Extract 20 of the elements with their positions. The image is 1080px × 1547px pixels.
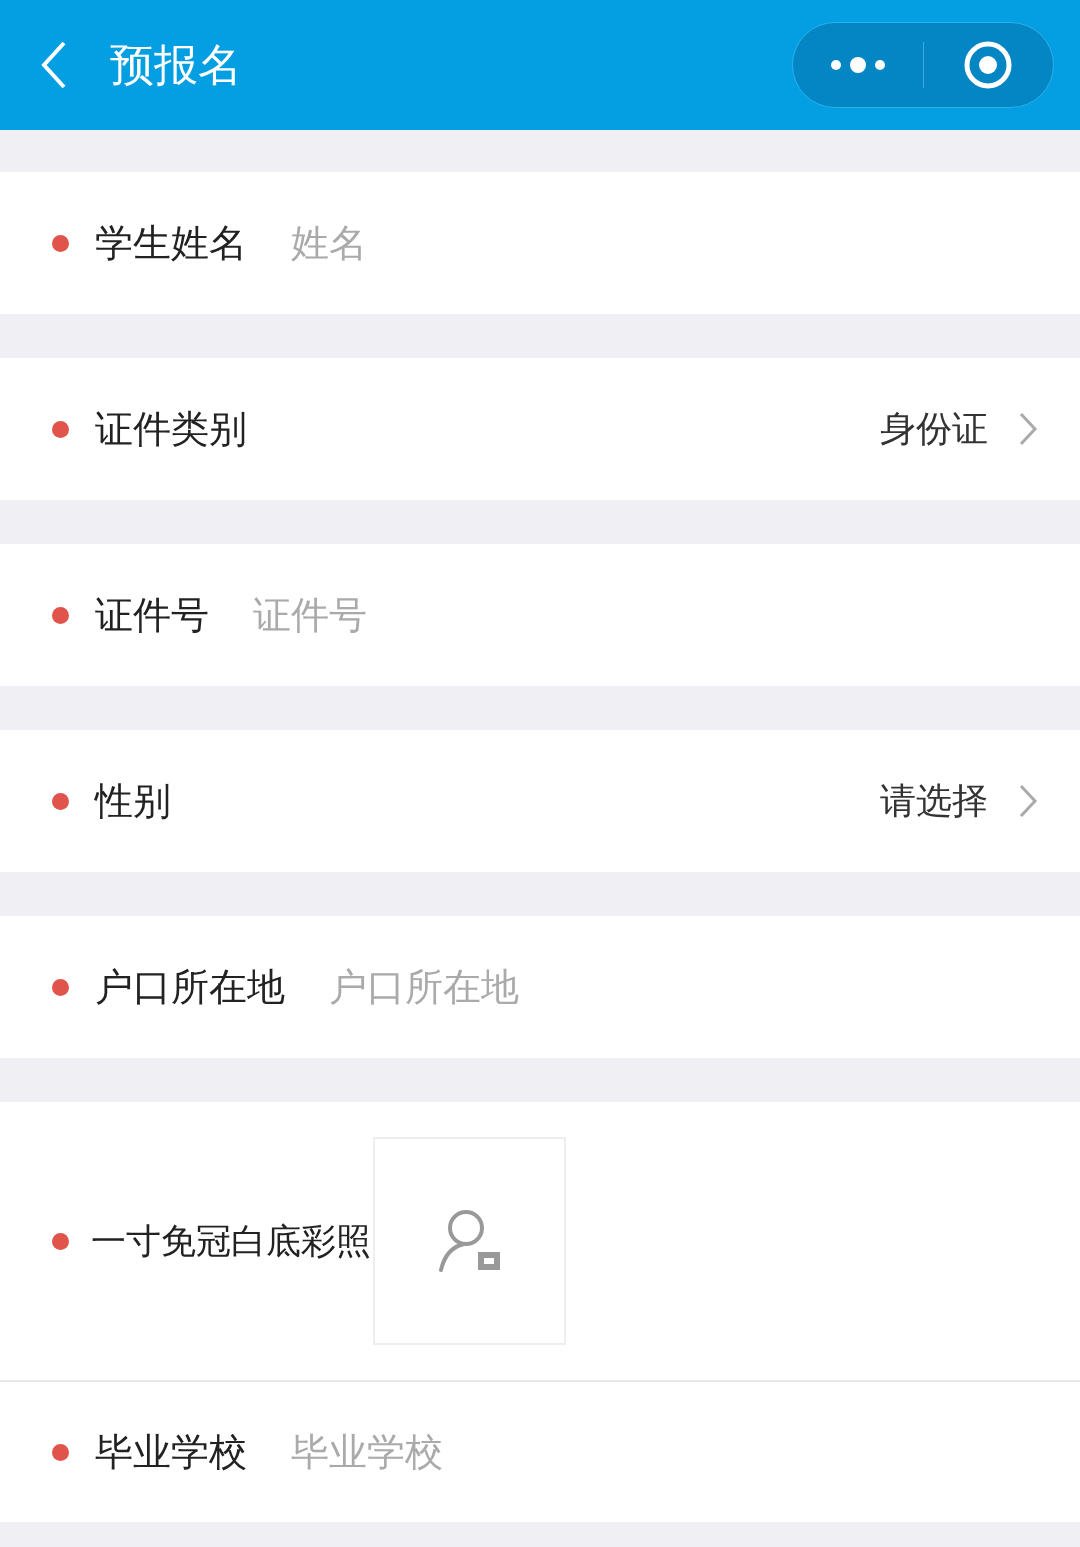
field-label: 毕业学校 <box>95 1428 247 1476</box>
field-label: 性别 <box>95 777 171 825</box>
person-icon <box>437 1208 502 1274</box>
more-icon[interactable] <box>829 57 886 73</box>
field-label: 户口所在地 <box>95 963 285 1011</box>
select-value[interactable]: 身份证 <box>880 404 988 454</box>
input-field[interactable]: 毕业学校 <box>291 1430 691 1474</box>
input-field[interactable]: 证件号 <box>253 593 653 637</box>
select-value[interactable]: 请选择 <box>880 776 988 826</box>
photo-upload-button[interactable] <box>373 1137 566 1345</box>
field-label: 一寸免冠白底彩照 <box>91 1219 371 1263</box>
chevron-icon[interactable] <box>1018 783 1038 819</box>
field-label: 证件号 <box>95 591 209 639</box>
page-title: 预报名 <box>110 37 243 92</box>
chevron-icon[interactable] <box>1018 411 1038 447</box>
field-label: 证件类别 <box>95 405 247 453</box>
input-field[interactable]: 户口所在地 <box>329 965 729 1009</box>
close-target-icon[interactable] <box>963 40 1014 90</box>
input-field[interactable]: 姓名 <box>291 221 691 265</box>
field-label: 学生姓名 <box>95 219 247 267</box>
